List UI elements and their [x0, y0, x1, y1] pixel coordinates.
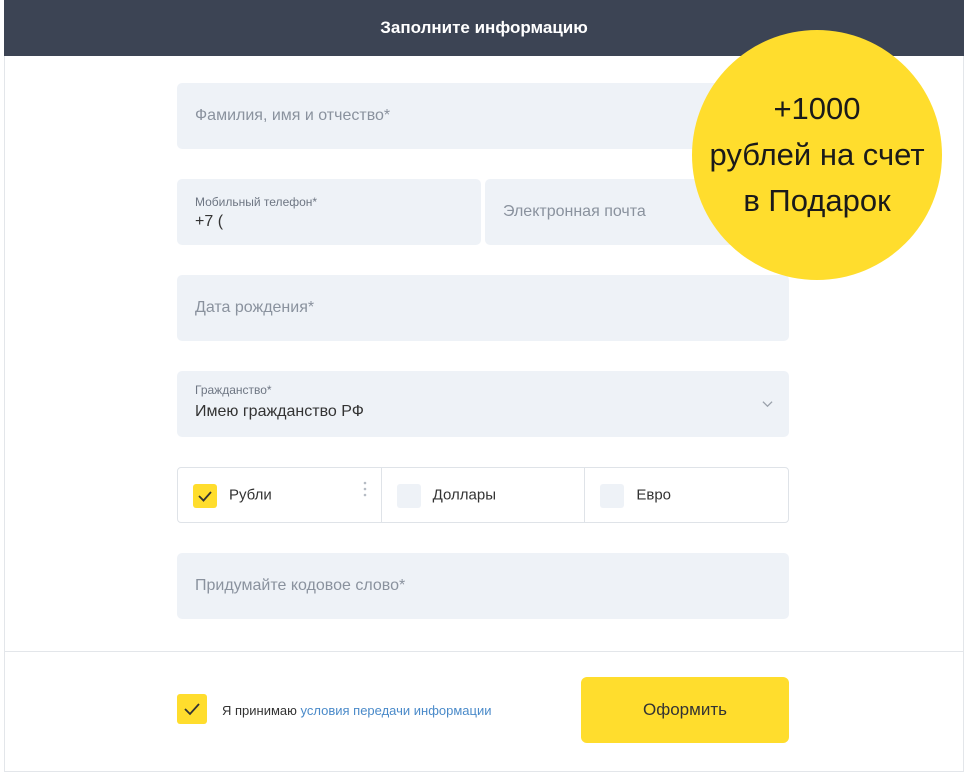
promo-badge: +1000 рублей на счет в Подарок: [692, 30, 942, 280]
code-word-input[interactable]: Придумайте кодовое слово*: [177, 553, 789, 619]
full-name-placeholder: Фамилия, имя и отчество*: [195, 107, 391, 124]
birth-date-placeholder: Дата рождения*: [195, 299, 315, 316]
currency-label-usd: Доллары: [432, 486, 496, 504]
submit-button[interactable]: Оформить: [581, 677, 789, 743]
phone-label: Мобильный телефон*: [195, 195, 318, 209]
agree-checkbox[interactable]: [177, 694, 207, 724]
header-title: Заполните информацию: [380, 18, 588, 37]
citizenship-value: Имею гражданство РФ: [195, 403, 364, 420]
currency-option-eur[interactable]: Евро: [585, 468, 788, 522]
more-vertical-icon[interactable]: [363, 480, 367, 498]
check-icon: [184, 703, 200, 716]
email-placeholder: Электронная почта: [503, 203, 646, 220]
promo-line-3: в Подарок: [743, 183, 891, 218]
phone-value: +7 (: [195, 213, 224, 230]
code-word-placeholder: Придумайте кодовое слово*: [195, 577, 406, 594]
birth-date-input[interactable]: Дата рождения*: [177, 275, 789, 341]
terms-link[interactable]: условия передачи информации: [301, 703, 492, 718]
agree-text: Я принимаю условия передачи информации: [222, 703, 492, 718]
chevron-down-icon[interactable]: [762, 398, 773, 409]
promo-line-2: рублей на счет: [709, 137, 925, 172]
currency-label-rub: Рубли: [229, 486, 272, 504]
footer-divider: [4, 651, 964, 652]
agree-prefix: Я принимаю: [222, 703, 297, 718]
currency-checkbox-eur[interactable]: [600, 484, 625, 508]
check-icon: [198, 491, 212, 502]
currency-checkbox-rub[interactable]: [193, 484, 217, 508]
citizenship-select[interactable]: Гражданство* Имею гражданство РФ: [177, 371, 789, 437]
promo-line-1: +1000: [773, 91, 861, 126]
currency-option-rub[interactable]: Рубли: [178, 468, 382, 522]
currency-option-usd[interactable]: Доллары: [382, 468, 586, 522]
currency-selector: Рубли Доллары Евро: [177, 467, 789, 523]
citizenship-label: Гражданство*: [195, 383, 272, 397]
currency-label-eur: Евро: [636, 486, 672, 504]
currency-checkbox-usd[interactable]: [396, 484, 421, 508]
phone-input[interactable]: Мобильный телефон* +7 (: [177, 179, 481, 245]
